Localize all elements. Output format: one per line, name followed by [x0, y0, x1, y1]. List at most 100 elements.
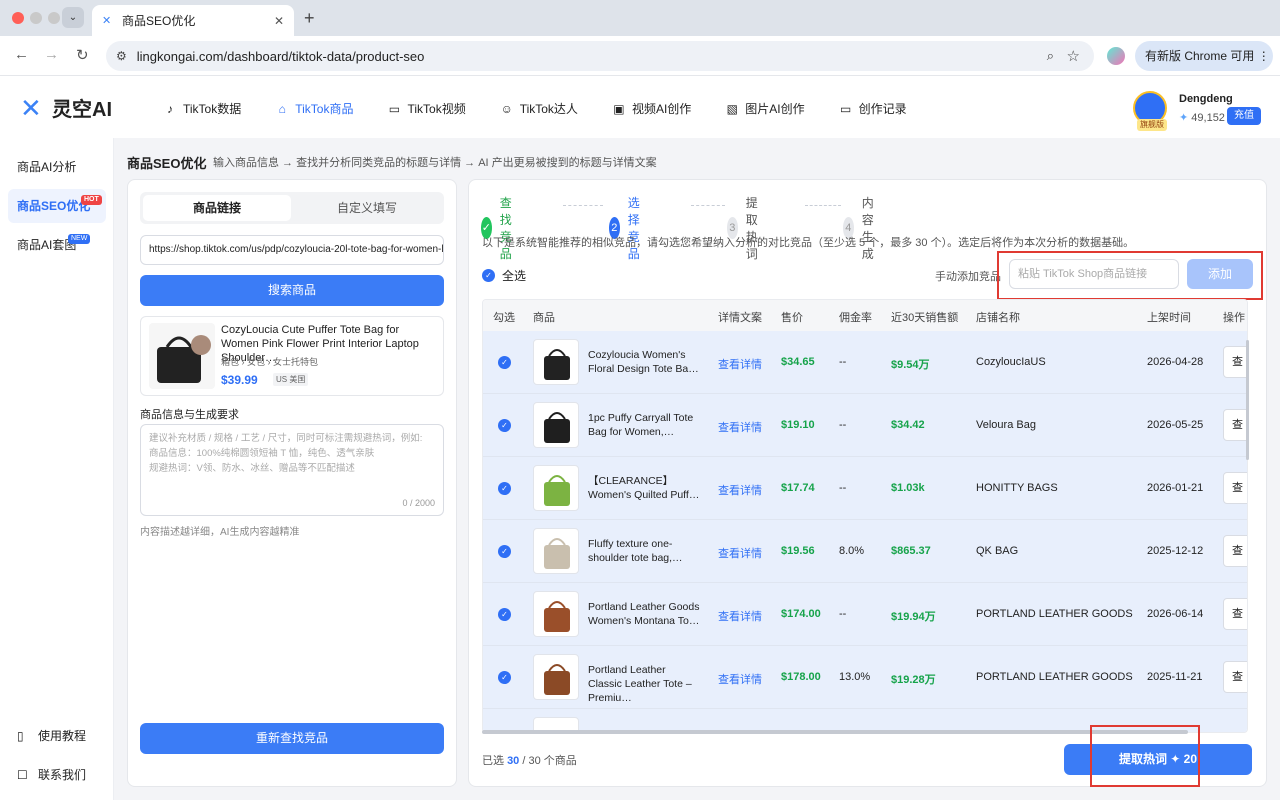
nav-tiktok-products[interactable]: ⌂ TikTok商品	[275, 100, 354, 117]
step-select: 2 选择竞品	[609, 194, 651, 262]
textarea-placeholder: 建议补充材质 / 规格 / 工艺 / 尺寸，同时可标注需规避热词，例如: 商品信…	[149, 433, 423, 474]
reload-icon[interactable]: ↻	[76, 46, 89, 64]
address-bar-row: ← → ↻ ⚙ lingkongai.com/dashboard/tiktok-…	[0, 36, 1280, 76]
search-product-button[interactable]: 搜索商品	[140, 275, 444, 306]
highlight-box	[1090, 725, 1200, 787]
row-checkbox[interactable]: ✓	[498, 482, 511, 495]
horizontal-scrollbar[interactable]	[482, 730, 1188, 734]
step-label: 内容生成	[861, 196, 874, 261]
bag-icon	[544, 475, 570, 506]
image-icon: ▧	[726, 101, 738, 116]
row-checkbox[interactable]: ✓	[498, 608, 511, 621]
recharge-button[interactable]: 充值	[1227, 107, 1261, 125]
competitor-table: 勾选 商品 详情文案 售价 佣金率 近30天销售额 店铺名称 上架时间 操作 ✓…	[482, 299, 1248, 733]
product-url-input[interactable]: https://shop.tiktok.com/us/pdp/cozylouci…	[140, 235, 444, 265]
brand-logo[interactable]: ✕ 灵空AI	[20, 93, 112, 122]
view-detail-link[interactable]: 查看详情	[718, 482, 762, 498]
step-label: 提取热词	[745, 196, 758, 261]
step-label: 查找竞品	[499, 196, 512, 261]
tab-search-button[interactable]: ⌄	[62, 7, 84, 28]
view-detail-link[interactable]: 查看详情	[718, 419, 762, 435]
sidebar: 商品AI分析 商品SEO优化 HOT 商品AI套图 NEW ▯ 使用教程 ☐ 联系我们	[0, 138, 114, 800]
view-detail-link[interactable]: 查看详情	[718, 608, 762, 624]
close-window-button[interactable]	[12, 12, 24, 24]
row-price: $19.56	[781, 545, 815, 557]
product-thumbnail	[533, 591, 579, 637]
page-subtitle: 输入商品信息 → 查找并分析同类竞品的标题与详情 → AI 产出更易被搜到的标题…	[213, 157, 657, 169]
sidebar-item-product-ai-analysis[interactable]: 商品AI分析	[8, 150, 106, 184]
nav-video-ai[interactable]: ▣ 视频AI创作	[612, 100, 691, 117]
sidebar-item-product-seo[interactable]: 商品SEO优化 HOT	[8, 189, 106, 223]
tab-custom-input[interactable]: 自定义填写	[293, 195, 441, 221]
site-favicon-icon: ✕	[102, 14, 112, 27]
row-date: 2025-12-12	[1147, 545, 1204, 557]
browser-tab[interactable]: ✕ 商品SEO优化 ✕	[92, 5, 294, 36]
film-icon: ▣	[613, 101, 625, 116]
tab-product-link[interactable]: 商品链接	[143, 195, 291, 221]
sidebar-item-product-ai-images[interactable]: 商品AI套图 NEW	[8, 228, 106, 262]
new-tab-button[interactable]: +	[304, 8, 315, 29]
url-text[interactable]: lingkongai.com/dashboard/tiktok-data/pro…	[137, 49, 425, 64]
nav-label: TikTok视频	[407, 102, 466, 116]
row-commission: --	[839, 608, 847, 620]
row-action-button[interactable]: 查	[1223, 661, 1247, 693]
minimize-window-button[interactable]	[30, 12, 42, 24]
table-row[interactable]: ✓ Fluffy texture one-shoulder tote bag,… 查…	[483, 520, 1247, 583]
bag-icon	[544, 349, 570, 380]
view-detail-link[interactable]: 查看详情	[718, 356, 762, 372]
sidebar-footer-label: 联系我们	[38, 768, 87, 782]
user-avatar[interactable]: 旗舰版	[1133, 91, 1167, 131]
hot-badge: HOT	[81, 195, 102, 205]
table-row[interactable]: ✓ 【CLEARANCE】 Women's Quilted Puff… 查看详情 $1…	[483, 457, 1247, 520]
select-all-checkbox[interactable]: ✓ 全选	[482, 267, 526, 284]
table-row[interactable]: ✓ 1pc Puffy Carryall Tote Bag for Women,……	[483, 394, 1247, 457]
row-checkbox[interactable]: ✓	[498, 545, 511, 558]
forward-icon[interactable]: →	[44, 46, 59, 63]
tab-title: 商品SEO优化	[122, 14, 196, 28]
table-row[interactable]: ✓ Cozyloucia Women's Floral Design Tote B…	[483, 331, 1247, 394]
table-row[interactable]: ✓ Portland Leather Classic Leather Tote –…	[483, 646, 1247, 709]
sidebar-contact[interactable]: ☐ 联系我们	[17, 766, 86, 783]
row-action-button[interactable]: 查	[1223, 346, 1247, 378]
view-detail-link[interactable]: 查看详情	[718, 671, 762, 687]
bookmark-star-icon[interactable]: ☆	[1067, 47, 1080, 65]
nav-tiktok-creators[interactable]: ☺ TikTok达人	[500, 100, 578, 117]
chrome-update-button[interactable]: 有新版 Chrome 可用 ⋮	[1135, 41, 1273, 71]
step-generate: 4 内容生成	[843, 194, 885, 262]
back-icon[interactable]: ←	[14, 46, 29, 63]
view-detail-link[interactable]: 查看详情	[718, 545, 762, 561]
row-checkbox[interactable]: ✓	[498, 419, 511, 432]
row-sales: $34.42	[891, 419, 925, 431]
column-header: 详情文案	[718, 312, 762, 324]
nav-tiktok-data[interactable]: ♪ TikTok数据	[163, 100, 241, 117]
row-sales: $1.03k	[891, 482, 925, 494]
research-competitors-button[interactable]: 重新查找竞品	[140, 723, 444, 754]
product-thumbnail	[533, 654, 579, 700]
product-info-textarea[interactable]: 建议补充材质 / 规格 / 工艺 / 尺寸，同时可标注需规避热词，例如: 商品信…	[140, 424, 444, 516]
site-settings-icon[interactable]: ⚙	[116, 49, 127, 63]
vertical-scrollbar[interactable]	[1246, 340, 1249, 460]
row-action-button[interactable]: 查	[1223, 535, 1247, 567]
credits-display: ✦ 49,152	[1179, 111, 1225, 124]
nav-tiktok-videos[interactable]: ▭ TikTok视频	[387, 100, 466, 117]
nav-creation-history[interactable]: ▭ 创作记录	[839, 100, 907, 117]
row-date: 2026-01-21	[1147, 482, 1204, 494]
input-hint: 内容描述越详细，AI生成内容越精准	[140, 527, 300, 538]
chat-icon: ☐	[17, 767, 28, 782]
row-checkbox[interactable]: ✓	[498, 671, 511, 684]
row-action-button[interactable]: 查	[1223, 409, 1247, 441]
row-shop: HONITTY BAGS	[976, 482, 1058, 494]
omnibox[interactable]: ⚙ lingkongai.com/dashboard/tiktok-data/p…	[106, 41, 1094, 71]
row-checkbox[interactable]: ✓	[498, 356, 511, 369]
row-sales: $9.54万	[891, 359, 930, 371]
nav-image-ai[interactable]: ▧ 图片AI创作	[725, 100, 805, 117]
row-action-button[interactable]: 查	[1223, 598, 1247, 630]
maximize-window-button[interactable]	[48, 12, 60, 24]
zoom-icon[interactable]: ⌕	[1047, 48, 1054, 64]
product-card: CozyLoucia Cute Puffer Tote Bag for Wome…	[140, 316, 444, 396]
row-action-button[interactable]: 查	[1223, 472, 1247, 504]
table-row[interactable]: ✓ Portland Leather Goods Women's Montana …	[483, 583, 1247, 646]
sidebar-tutorial[interactable]: ▯ 使用教程	[17, 727, 86, 744]
profile-avatar[interactable]	[1107, 47, 1125, 65]
close-tab-icon[interactable]: ✕	[274, 14, 284, 28]
